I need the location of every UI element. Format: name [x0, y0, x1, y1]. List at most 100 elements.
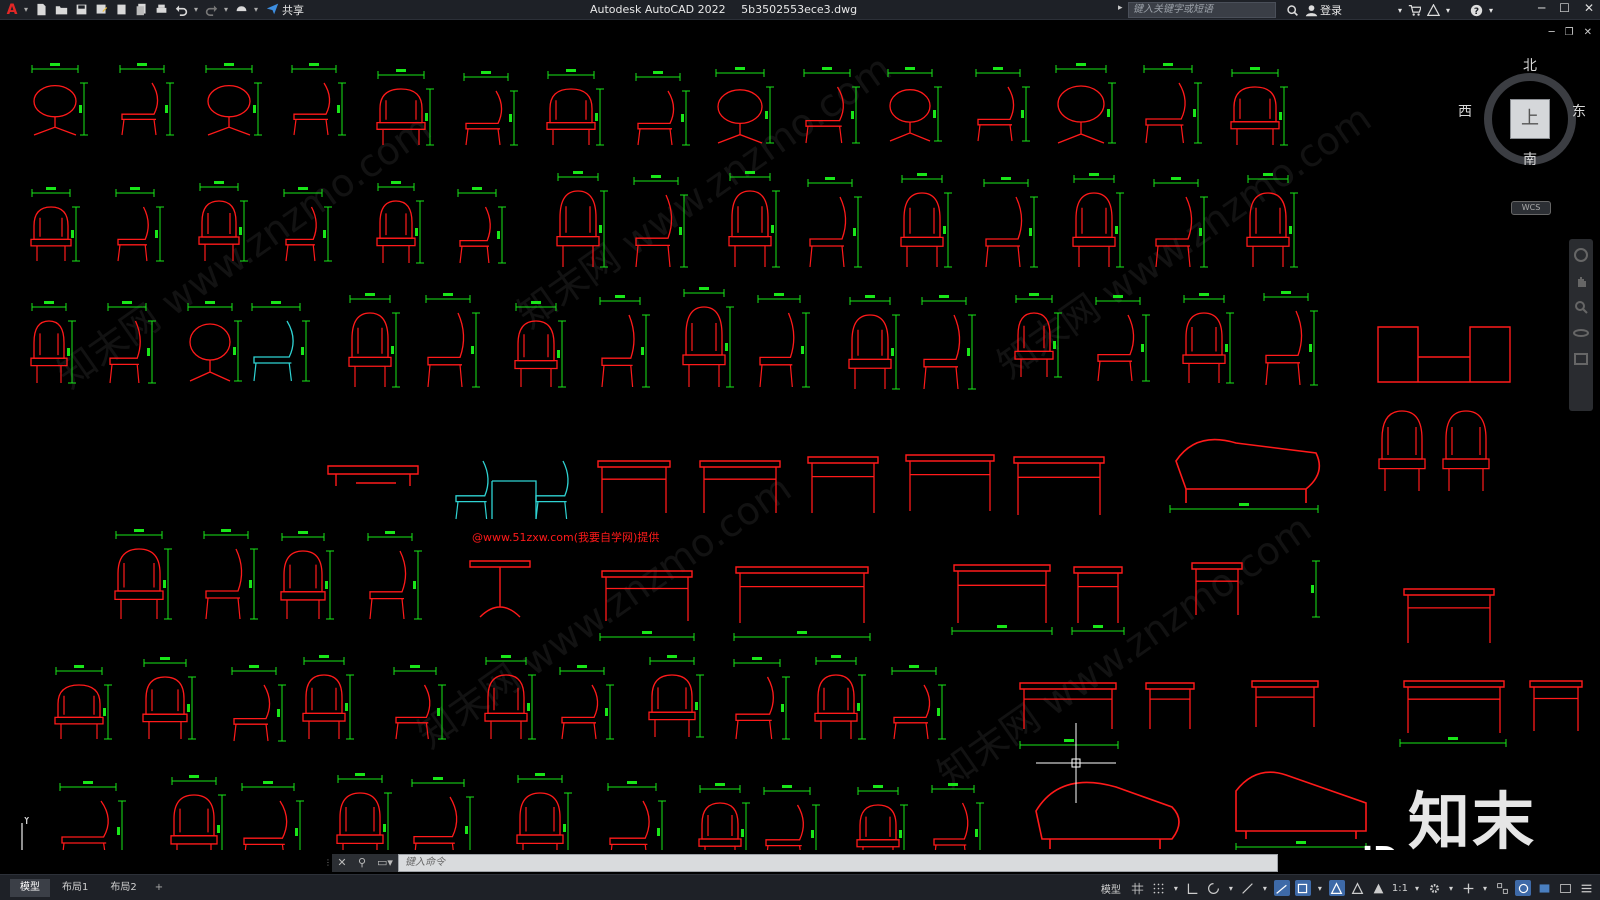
connect-dropdown-icon[interactable]: ▾: [1446, 6, 1450, 15]
new-file-icon[interactable]: [32, 2, 50, 18]
wcs-menu[interactable]: WCS: [1511, 201, 1551, 215]
viewcube-top-face[interactable]: 上: [1510, 99, 1550, 139]
dimension-text: [425, 113, 428, 121]
isolate-objects-icon[interactable]: [1536, 880, 1552, 896]
infer-constraints-icon[interactable]: [1185, 880, 1201, 896]
chair-legs: [293, 119, 329, 136]
hardware-acceleration-icon[interactable]: [1515, 880, 1531, 896]
share-button[interactable]: 共享: [266, 2, 304, 18]
dimension-text: [1263, 173, 1273, 176]
workspace-icon[interactable]: [232, 2, 250, 18]
workspace-gear-icon[interactable]: [1426, 880, 1442, 896]
login-button[interactable]: 登录: [1320, 2, 1342, 18]
chevron-right-icon[interactable]: ▸: [1118, 3, 1123, 13]
open-folder-icon[interactable]: [52, 2, 70, 18]
viewport-minimize-icon[interactable]: ─: [1549, 27, 1555, 38]
dimension-text: [309, 63, 319, 66]
dimension-line: [658, 800, 666, 850]
command-line: ⋮ ✕ ⚲ ▭▾ 键入命令: [324, 854, 1278, 872]
plot-preview-icon[interactable]: [112, 2, 130, 18]
model-space-toggle[interactable]: 模型: [1101, 881, 1121, 896]
connect-icon[interactable]: [1427, 3, 1441, 17]
snap-icon[interactable]: [1151, 880, 1167, 896]
customization-menu-icon[interactable]: [1578, 880, 1594, 896]
add-layout-button[interactable]: +: [149, 879, 169, 897]
cart-icon[interactable]: [1408, 4, 1422, 17]
object-snap-tracking-icon[interactable]: [1240, 880, 1256, 896]
workspace-dropdown-icon[interactable]: ▾: [1447, 880, 1455, 896]
orbit-icon[interactable]: [1573, 325, 1589, 341]
object-snap-dropdown-icon[interactable]: ▾: [1316, 880, 1324, 896]
osnap-dropdown-icon[interactable]: ▾: [1261, 880, 1269, 896]
undo-dropdown-icon[interactable]: ▾: [192, 5, 200, 14]
compass-east[interactable]: 东: [1572, 101, 1586, 121]
publish-icon[interactable]: [132, 2, 150, 18]
grid-icon[interactable]: [1130, 880, 1146, 896]
plus-icon[interactable]: [1460, 880, 1476, 896]
auto-scale-icon[interactable]: [1350, 880, 1366, 896]
chair-legs: [253, 362, 292, 382]
viewcube[interactable]: 上 北 南 西 东: [1458, 58, 1586, 168]
maximize-icon[interactable]: ☐: [1559, 1, 1570, 15]
zoom-extents-icon[interactable]: [1573, 299, 1589, 315]
close-icon[interactable]: ✕: [1584, 1, 1594, 15]
dimension-text: [134, 529, 144, 532]
snap-dropdown-icon[interactable]: ▾: [1172, 880, 1180, 896]
isodraft-icon[interactable]: [1273, 880, 1290, 896]
dimension-text: [535, 773, 545, 776]
quick-properties-icon[interactable]: [1494, 880, 1510, 896]
save-icon[interactable]: [72, 2, 90, 18]
dimension-text: [71, 230, 74, 238]
annotation-scale-value[interactable]: 1:1: [1392, 883, 1408, 894]
dimension-text: [573, 171, 583, 174]
save-as-icon[interactable]: [92, 2, 110, 18]
login-dropdown-icon[interactable]: ▾: [1398, 6, 1402, 15]
annotation-scale-icon[interactable]: [1371, 880, 1387, 896]
polar-tracking-icon[interactable]: [1206, 880, 1222, 896]
print-icon[interactable]: [152, 2, 170, 18]
tab-layout1[interactable]: 布局1: [52, 879, 98, 897]
dimension-text: [937, 708, 940, 716]
undo-icon[interactable]: [172, 2, 190, 18]
dimension-line: [367, 533, 413, 541]
drawing-canvas[interactable]: 知末网 www.znzmo.com 知末网 www.znzmo.com 知末网 …: [0, 21, 1600, 850]
help-dropdown-icon[interactable]: ▾: [1489, 6, 1493, 15]
chair-seat: [142, 713, 188, 723]
search-icon[interactable]: [1286, 4, 1299, 17]
showmotion-icon[interactable]: [1573, 351, 1589, 367]
clean-screen-icon[interactable]: [1557, 880, 1573, 896]
redo-dropdown-icon[interactable]: ▾: [222, 5, 230, 14]
viewport-restore-icon[interactable]: ❐: [1565, 27, 1574, 38]
compass-north[interactable]: 北: [1523, 55, 1537, 75]
dimension-text: [103, 708, 106, 716]
user-icon[interactable]: [1305, 4, 1318, 17]
command-line-grip-icon[interactable]: ⋮: [324, 854, 332, 872]
steering-wheel-icon[interactable]: [1573, 247, 1589, 263]
chair-profile: [759, 312, 795, 366]
customize-toolbar-icon[interactable]: ▾: [252, 5, 260, 14]
command-close-icon[interactable]: ✕: [332, 854, 352, 872]
tab-model[interactable]: 模型: [10, 878, 50, 897]
compass-south[interactable]: 南: [1523, 149, 1537, 169]
help-icon[interactable]: ?: [1470, 4, 1483, 17]
autocad-logo-icon[interactable]: A: [4, 2, 20, 18]
dimension-line: [337, 775, 383, 783]
command-customize-icon[interactable]: ⚲: [352, 854, 372, 872]
viewport-close-icon[interactable]: ✕: [1584, 27, 1592, 38]
pan-icon[interactable]: [1573, 273, 1589, 289]
minimize-icon[interactable]: ─: [1538, 1, 1545, 15]
polar-dropdown-icon[interactable]: ▾: [1227, 880, 1235, 896]
command-input[interactable]: 键入命令: [398, 854, 1278, 872]
units-dropdown-icon[interactable]: ▾: [1481, 880, 1489, 896]
app-menu-dropdown-icon[interactable]: ▾: [22, 5, 30, 14]
object-snap-icon[interactable]: [1294, 880, 1311, 896]
tab-layout2[interactable]: 布局2: [100, 879, 146, 897]
redo-icon[interactable]: [202, 2, 220, 18]
annotation-visibility-icon[interactable]: [1328, 880, 1345, 896]
dimension-line: [599, 297, 641, 305]
dimension-text: [1076, 63, 1086, 66]
scale-dropdown-icon[interactable]: ▾: [1413, 880, 1421, 896]
search-input[interactable]: 键入关键字或短语: [1128, 2, 1276, 18]
compass-west[interactable]: 西: [1458, 101, 1472, 121]
command-history-icon[interactable]: ▭▾: [372, 854, 398, 872]
